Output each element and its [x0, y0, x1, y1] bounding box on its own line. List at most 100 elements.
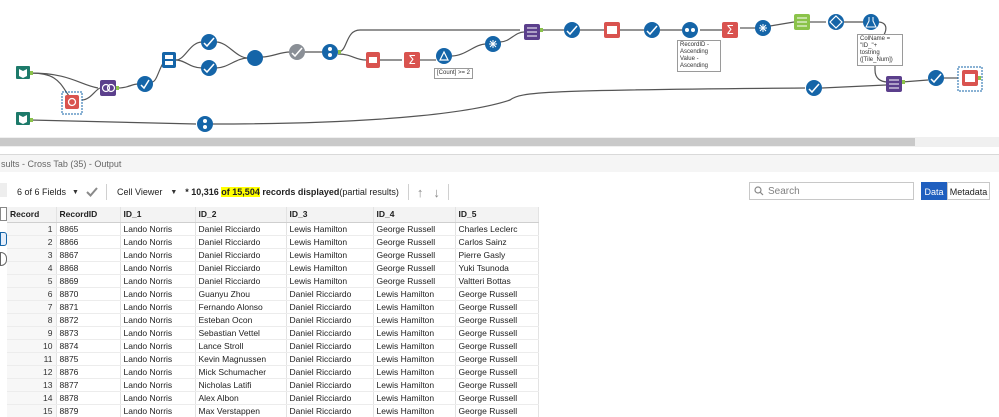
table-cell[interactable]: Lewis Hamilton	[373, 365, 456, 379]
table-cell[interactable]: Lando Norris	[120, 352, 196, 366]
table-cell[interactable]: George Russell	[455, 404, 539, 417]
table-cell[interactable]: Lando Norris	[120, 261, 196, 275]
table-cell[interactable]: Daniel Ricciardo	[195, 222, 287, 236]
table-cell[interactable]: 8877	[56, 378, 121, 392]
table-cell[interactable]: 8872	[56, 313, 121, 327]
table-cell[interactable]: 8878	[56, 391, 121, 405]
table-cell[interactable]: Lando Norris	[120, 391, 196, 405]
table-cell[interactable]: Lewis Hamilton	[286, 235, 374, 249]
column-header-record[interactable]: Record	[7, 207, 57, 223]
table-cell[interactable]: Lando Norris	[120, 365, 196, 379]
table-cell[interactable]: Lewis Hamilton	[286, 274, 374, 288]
record-number-cell[interactable]: 13	[7, 378, 57, 392]
table-cell[interactable]: Mick Schumacher	[195, 365, 287, 379]
table-row[interactable]: 11 8875 Lando Norris Kevin Magnussen Daniel …	[7, 352, 539, 366]
table-cell[interactable]: Lewis Hamilton	[373, 339, 456, 353]
table-cell[interactable]: George Russell	[455, 313, 539, 327]
table-cell[interactable]: George Russell	[373, 222, 456, 236]
table-cell[interactable]: Valtteri Bottas	[455, 274, 539, 288]
table-cell[interactable]: Lewis Hamilton	[373, 404, 456, 417]
table-row[interactable]: 4 8868 Lando Norris Daniel Ricciardo Lewis H…	[7, 261, 539, 275]
table-cell[interactable]: Lando Norris	[120, 222, 196, 236]
table-cell[interactable]: George Russell	[455, 352, 539, 366]
record-number-cell[interactable]: 12	[7, 365, 57, 379]
table-cell[interactable]: George Russell	[455, 339, 539, 353]
table-cell[interactable]: Daniel Ricciardo	[286, 287, 374, 301]
table-cell[interactable]: Lewis Hamilton	[286, 222, 374, 236]
column-header-id-1[interactable]: ID_1	[120, 207, 196, 223]
table-cell[interactable]: 8875	[56, 352, 121, 366]
record-number-cell[interactable]: 15	[7, 404, 57, 417]
table-cell[interactable]: Lando Norris	[120, 404, 196, 417]
table-cell[interactable]: 8865	[56, 222, 121, 236]
table-row[interactable]: 5 8869 Lando Norris Daniel Ricciardo Lewis H…	[7, 274, 539, 288]
table-cell[interactable]: Lando Norris	[120, 287, 196, 301]
table-cell[interactable]: George Russell	[373, 248, 456, 262]
arrow-down-icon[interactable]: ↓	[433, 185, 440, 200]
table-row[interactable]: 15 8879 Lando Norris Max Verstappen Daniel R…	[7, 404, 539, 417]
canvas-horizontal-scrollbar[interactable]	[0, 137, 999, 147]
table-row[interactable]: 8 8872 Lando Norris Esteban Ocon Daniel Ricc…	[7, 313, 539, 327]
table-cell[interactable]: Lando Norris	[120, 248, 196, 262]
table-cell[interactable]: Lando Norris	[120, 326, 196, 340]
table-cell[interactable]: Lando Norris	[120, 235, 196, 249]
table-cell[interactable]: George Russell	[373, 274, 456, 288]
cell-viewer-selector[interactable]: Cell Viewer ▼	[117, 187, 177, 197]
table-cell[interactable]: Daniel Ricciardo	[286, 352, 374, 366]
column-header-id-2[interactable]: ID_2	[195, 207, 287, 223]
table-cell[interactable]: George Russell	[455, 391, 539, 405]
record-number-cell[interactable]: 14	[7, 391, 57, 405]
record-number-cell[interactable]: 7	[7, 300, 57, 314]
record-number-cell[interactable]: 1	[7, 222, 57, 236]
metadata-tab-button[interactable]: Metadata	[947, 182, 990, 200]
table-cell[interactable]: George Russell	[455, 365, 539, 379]
table-cell[interactable]: Charles Leclerc	[455, 222, 539, 236]
table-cell[interactable]: Daniel Ricciardo	[286, 404, 374, 417]
workflow-diagram[interactable]: Σ Σ	[0, 0, 999, 137]
table-cell[interactable]: Fernando Alonso	[195, 300, 287, 314]
record-number-cell[interactable]: 3	[7, 248, 57, 262]
table-row[interactable]: 13 8877 Lando Norris Nicholas Latifi Daniel …	[7, 378, 539, 392]
arrow-up-icon[interactable]: ↑	[417, 185, 424, 200]
table-cell[interactable]: Lewis Hamilton	[373, 352, 456, 366]
data-tab-button[interactable]: Data	[921, 182, 947, 200]
table-cell[interactable]: Daniel Ricciardo	[286, 326, 374, 340]
table-cell[interactable]: Lewis Hamilton	[373, 326, 456, 340]
table-cell[interactable]: 8870	[56, 287, 121, 301]
search-input[interactable]	[768, 185, 908, 197]
table-cell[interactable]: Lance Stroll	[195, 339, 287, 353]
record-number-cell[interactable]: 2	[7, 235, 57, 249]
chevron-right-icon[interactable]	[0, 232, 7, 246]
table-cell[interactable]: Lando Norris	[120, 313, 196, 327]
table-row[interactable]: 10 8874 Lando Norris Lance Stroll Daniel Ric…	[7, 339, 539, 353]
scrollbar-thumb[interactable]	[0, 138, 915, 146]
record-number-cell[interactable]: 9	[7, 326, 57, 340]
table-cell[interactable]: Daniel Ricciardo	[286, 313, 374, 327]
table-cell[interactable]: Carlos Sainz	[455, 235, 539, 249]
check-icon[interactable]	[85, 186, 99, 198]
table-cell[interactable]: Esteban Ocon	[195, 313, 287, 327]
table-row[interactable]: 7 8871 Lando Norris Fernando Alonso Daniel R…	[7, 300, 539, 314]
record-number-cell[interactable]: 10	[7, 339, 57, 353]
table-cell[interactable]: Lewis Hamilton	[373, 391, 456, 405]
table-cell[interactable]: George Russell	[455, 326, 539, 340]
grid-view-icon[interactable]	[0, 207, 7, 221]
table-cell[interactable]: Daniel Ricciardo	[195, 261, 287, 275]
table-cell[interactable]: Lando Norris	[120, 339, 196, 353]
table-row[interactable]: 3 8867 Lando Norris Daniel Ricciardo Lewis H…	[7, 248, 539, 262]
table-cell[interactable]: Lewis Hamilton	[286, 248, 374, 262]
table-cell[interactable]: 8876	[56, 365, 121, 379]
table-cell[interactable]: 8873	[56, 326, 121, 340]
table-cell[interactable]: 8866	[56, 235, 121, 249]
table-cell[interactable]: Lando Norris	[120, 300, 196, 314]
table-cell[interactable]: 8879	[56, 404, 121, 417]
table-cell[interactable]: Kevin Magnussen	[195, 352, 287, 366]
table-cell[interactable]: Lewis Hamilton	[373, 287, 456, 301]
table-cell[interactable]: Daniel Ricciardo	[286, 365, 374, 379]
table-row[interactable]: 12 8876 Lando Norris Mick Schumacher Daniel …	[7, 365, 539, 379]
table-cell[interactable]: 8867	[56, 248, 121, 262]
table-cell[interactable]: Lewis Hamilton	[373, 313, 456, 327]
info-icon[interactable]	[0, 252, 7, 266]
table-cell[interactable]: George Russell	[455, 300, 539, 314]
table-cell[interactable]: George Russell	[455, 378, 539, 392]
